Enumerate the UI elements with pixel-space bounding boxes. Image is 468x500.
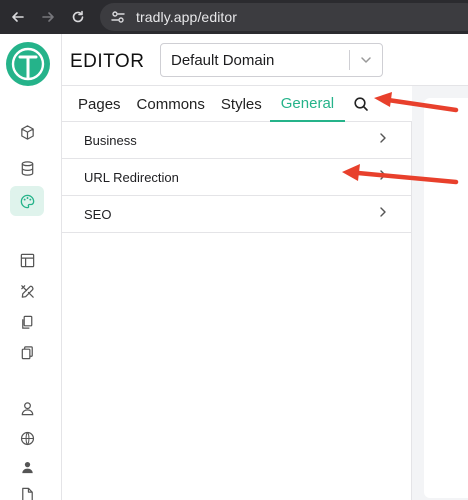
users-icon [21,461,33,473]
rail-item-domains[interactable] [13,424,41,452]
layout-icon [20,253,34,267]
arrow-left-icon [12,12,24,22]
rail-item-products[interactable] [13,118,41,146]
browser-toolbar: tradly.app/editor [0,0,468,34]
list-item-url-redirection[interactable]: URL Redirection [62,159,411,196]
arrow-right-icon [42,12,54,22]
chevron-down-icon [361,57,371,63]
rail-item-tools[interactable] [13,277,41,305]
domain-select[interactable]: Default Domain [160,43,383,77]
copy-icon [21,315,32,329]
page-title: EDITOR [70,51,145,72]
search-icon [354,96,368,111]
chevron-right-icon [377,131,389,149]
general-settings-list: Business URL Redirection SEO [62,122,412,500]
tab-styles[interactable]: Styles [213,86,270,122]
globe-icon [20,431,34,445]
editor-screen: tradly.app/editor EDITOR Default Domain … [0,0,468,500]
logo-mark-icon [11,47,45,81]
address-bar[interactable]: tradly.app/editor [100,3,468,31]
palette-icon [20,194,34,208]
list-item-label: Business [84,132,137,148]
select-toggle[interactable] [350,53,382,67]
forward-button[interactable] [34,0,62,34]
preview-canvas [412,86,468,500]
chevron-right-icon [377,205,389,223]
duplicate-icon [21,345,33,359]
rail-item-account[interactable] [13,394,41,422]
rail-item-pages[interactable] [13,308,41,336]
rail-item-layout[interactable] [13,246,41,274]
cube-icon [20,124,34,140]
list-item-label: URL Redirection [84,169,179,185]
rail-item-team[interactable] [13,453,41,481]
editor-tabs: Pages Commons Styles General [62,86,412,122]
tools-icon [20,284,34,298]
domain-select-value: Default Domain [171,51,275,69]
tradly-logo[interactable] [6,42,50,86]
file-icon [21,487,33,500]
preview-card [424,98,468,498]
rail-item-database[interactable] [13,154,41,182]
user-icon [21,401,33,415]
tab-pages[interactable]: Pages [62,86,129,122]
database-icon [21,160,33,176]
tab-general[interactable]: General [269,86,346,122]
rail-item-files[interactable] [13,480,41,500]
reload-button[interactable] [64,0,92,34]
back-button[interactable] [4,0,32,34]
left-nav-rail [0,34,62,500]
list-item-label: SEO [84,206,112,222]
tab-commons[interactable]: Commons [129,86,213,122]
list-item-seo[interactable]: SEO [62,196,411,233]
site-settings-icon[interactable] [110,9,126,25]
reload-icon [72,10,84,23]
url-text: tradly.app/editor [136,9,238,25]
rail-item-templates[interactable] [13,338,41,366]
chevron-right-icon [377,168,389,186]
list-item-business[interactable]: Business [62,122,411,159]
editor-header: EDITOR Default Domain [62,34,468,86]
rail-item-editor[interactable] [10,186,44,216]
tab-search-button[interactable] [345,86,369,121]
